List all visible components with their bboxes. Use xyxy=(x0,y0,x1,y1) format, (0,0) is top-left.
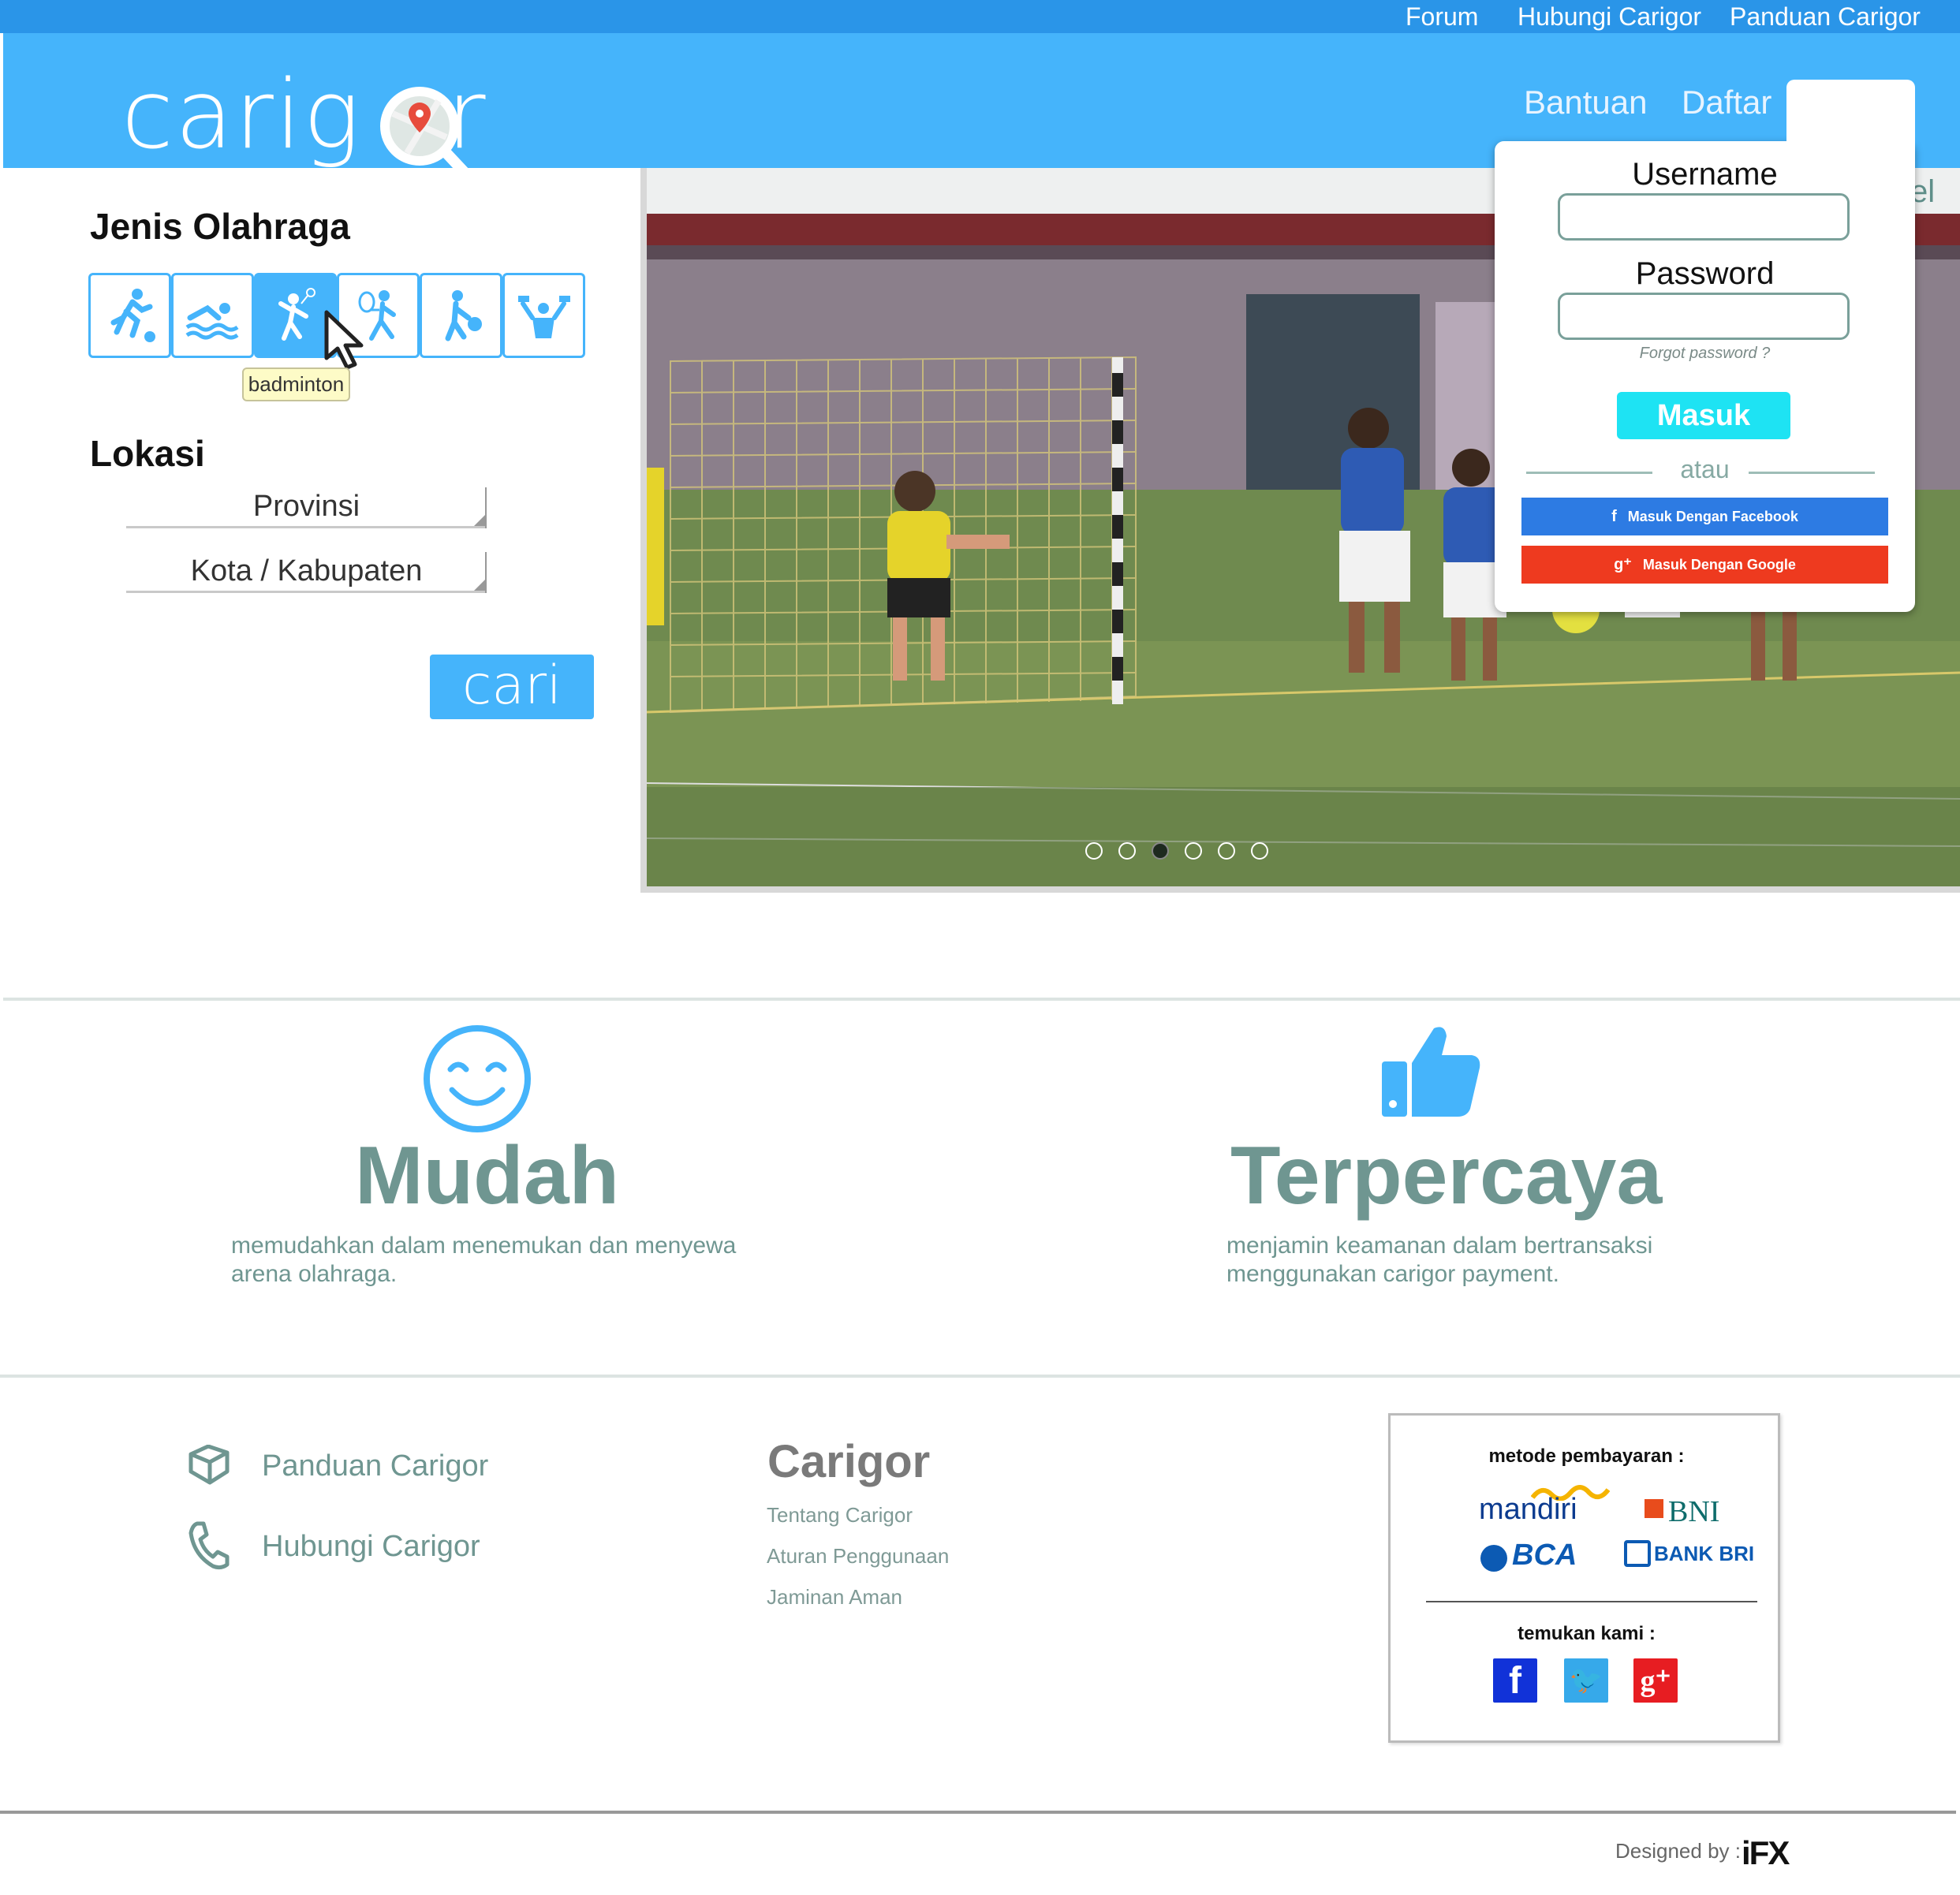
top-bar: Forum Hubungi Carigor Panduan Carigor xyxy=(0,0,1960,33)
slider-dot[interactable] xyxy=(1251,842,1268,860)
city-value: Kota / Kabupaten xyxy=(190,554,423,588)
sport-basketball[interactable] xyxy=(420,273,502,358)
login-tab[interactable] xyxy=(1786,80,1915,151)
google-login-label: Masuk Dengan Google xyxy=(1642,557,1796,573)
designed-by-label: Designed by : xyxy=(1615,1839,1741,1863)
or-text: atau xyxy=(1680,455,1730,483)
smile-icon xyxy=(424,1025,531,1132)
google-login-button[interactable]: g⁺ Masuk Dengan Google xyxy=(1521,546,1888,584)
facebook-icon: f xyxy=(1611,508,1617,525)
feature-title-mudah: Mudah xyxy=(355,1130,620,1222)
bank-bca: BCA xyxy=(1512,1539,1577,1572)
sport-fitness[interactable] xyxy=(502,273,585,358)
panduan-carigor-link[interactable]: Panduan Carigor xyxy=(1730,2,1921,32)
search-button[interactable]: cari xyxy=(430,655,594,719)
google-plus-icon[interactable]: g⁺ xyxy=(1633,1658,1678,1703)
logo-g: g xyxy=(303,61,362,170)
hubungi-carigor-link[interactable]: Hubungi Carigor xyxy=(1518,2,1701,32)
section-divider xyxy=(0,1375,1960,1378)
username-label: Username xyxy=(1632,157,1778,192)
footer-divider xyxy=(0,1811,1956,1814)
feature-desc-mudah-2: arena olahraga. xyxy=(231,1261,398,1287)
facebook-icon[interactable]: f xyxy=(1493,1658,1537,1703)
phone-icon xyxy=(189,1521,230,1570)
footer-panduan-link[interactable]: Panduan Carigor xyxy=(262,1449,488,1483)
location-title: Lokasi xyxy=(90,433,205,474)
magnifier-map-icon xyxy=(380,87,474,182)
payment-title: metode pembayaran : xyxy=(1488,1445,1685,1467)
forgot-password-link[interactable]: Forgot password ? xyxy=(1495,345,1915,363)
section-divider xyxy=(3,998,1960,1001)
footer-tentang-link[interactable]: Tentang Carigor xyxy=(767,1503,913,1528)
designer-logo: iFX xyxy=(1742,1834,1790,1871)
badminton-icon xyxy=(278,288,315,341)
footer-aturan-link[interactable]: Aturan Penggunaan xyxy=(767,1544,949,1569)
logo-prefix: cari xyxy=(121,61,304,170)
running-icon xyxy=(110,289,155,342)
slider-dot-active[interactable] xyxy=(1152,842,1169,860)
mouse-cursor-icon xyxy=(324,310,364,370)
feature-desc-terpercaya-2: menggunakan carigor payment. xyxy=(1226,1261,1559,1287)
province-value: Provinsi xyxy=(252,490,360,523)
slider-dot[interactable] xyxy=(1185,842,1202,860)
footer-hubungi-link[interactable]: Hubungi Carigor xyxy=(262,1530,480,1564)
sport-swimming[interactable] xyxy=(171,273,254,358)
sport-tooltip: badminton xyxy=(242,367,350,401)
login-dropdown: Username Password Forgot password ? Masu… xyxy=(1495,80,1915,612)
book-icon xyxy=(189,1445,230,1485)
slider-dot[interactable] xyxy=(1085,842,1103,860)
twitter-icon[interactable]: 🐦 xyxy=(1564,1658,1608,1703)
facebook-login-button[interactable]: f Masuk Dengan Facebook xyxy=(1521,498,1888,535)
password-label: Password xyxy=(1635,256,1775,291)
find-us-title: temukan kami : xyxy=(1518,1623,1656,1644)
dropdown-arrow-icon xyxy=(474,513,487,526)
divider-right xyxy=(1749,472,1875,474)
sport-type-title: Jenis Olahraga xyxy=(90,206,350,247)
sport-running[interactable] xyxy=(88,273,171,358)
password-input[interactable] xyxy=(1558,293,1850,340)
thumbs-up-icon xyxy=(1382,1027,1480,1117)
footer-carigor-title: Carigor xyxy=(767,1436,931,1487)
slider-dots xyxy=(1085,842,1268,860)
payment-box: metode pembayaran : mandiri BNI BCA BANK… xyxy=(1388,1413,1780,1743)
login-button[interactable]: Masuk xyxy=(1617,392,1790,439)
city-select[interactable]: Kota / Kabupaten xyxy=(126,552,487,593)
username-input[interactable] xyxy=(1558,193,1850,241)
slider-dot[interactable] xyxy=(1118,842,1136,860)
forum-link[interactable]: Forum xyxy=(1406,2,1478,32)
carigor-logo[interactable]: carig r xyxy=(121,65,487,183)
bni-logo-mark xyxy=(1645,1499,1663,1518)
footer-jaminan-link[interactable]: Jaminan Aman xyxy=(767,1585,902,1610)
bank-mandiri: mandiri xyxy=(1479,1493,1577,1526)
province-select[interactable]: Provinsi xyxy=(126,487,487,528)
bca-logo-mark xyxy=(1480,1545,1507,1572)
feature-title-terpercaya: Terpercaya xyxy=(1230,1130,1663,1222)
facebook-login-label: Masuk Dengan Facebook xyxy=(1627,509,1798,524)
swimming-icon xyxy=(185,303,238,340)
feature-desc-mudah-1: memudahkan dalam menemukan dan menyewa xyxy=(231,1233,737,1259)
slider-dot[interactable] xyxy=(1218,842,1235,860)
google-plus-icon: g⁺ xyxy=(1614,556,1632,573)
fitness-icon xyxy=(517,296,570,338)
bank-bri: BANK BRI xyxy=(1654,1542,1755,1565)
dropdown-arrow-icon xyxy=(474,578,487,591)
basketball-icon xyxy=(445,290,482,341)
bank-bni: BNI xyxy=(1668,1495,1720,1528)
payment-divider xyxy=(1426,1601,1757,1602)
bri-logo-mark xyxy=(1624,1540,1651,1567)
feature-desc-terpercaya-1: menjamin keamanan dalam bertransaksi xyxy=(1226,1233,1653,1259)
